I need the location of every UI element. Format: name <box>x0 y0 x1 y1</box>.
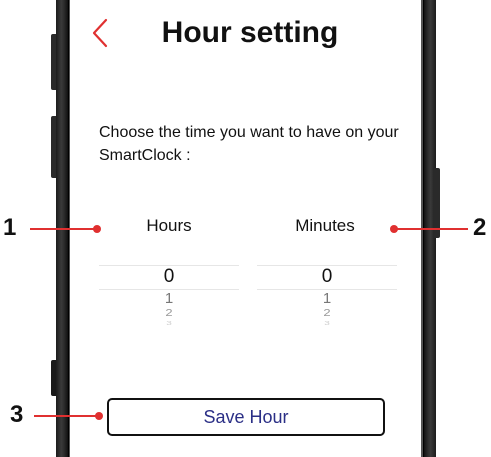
callout-line-minutes <box>394 228 468 230</box>
page-title: Hour setting <box>161 16 339 49</box>
app-screen: Hour setting Choose the time you want to… <box>70 0 421 457</box>
callout-dot-save <box>95 412 103 420</box>
save-hour-button[interactable]: Save Hour <box>107 398 385 436</box>
minutes-option[interactable]: 3 <box>257 321 397 327</box>
hours-option[interactable]: 3 <box>99 321 239 327</box>
callout-dot-hours <box>93 225 101 233</box>
minutes-option[interactable]: 1 <box>257 291 397 307</box>
hours-picker[interactable]: 0 1 2 3 <box>99 262 239 342</box>
hours-label: Hours <box>146 216 192 235</box>
instructions-text: Choose the time you want to have on your… <box>99 124 399 164</box>
minutes-picker[interactable]: 0 1 2 3 <box>257 262 397 342</box>
callout-dot-minutes <box>390 225 398 233</box>
callout-number-save: 3 <box>10 401 24 428</box>
back-button[interactable] <box>88 14 118 52</box>
callout-number-minutes: 2 <box>473 214 487 241</box>
minutes-option-selected[interactable]: 0 <box>257 266 397 288</box>
callout-line-hours <box>30 228 96 230</box>
minutes-label: Minutes <box>295 216 355 235</box>
figure-stage: Hour setting Choose the time you want to… <box>0 0 491 457</box>
minutes-option[interactable]: 2 <box>257 307 397 318</box>
callout-number-hours: 1 <box>3 214 17 241</box>
hours-option[interactable]: 1 <box>99 291 239 307</box>
hours-option-selected[interactable]: 0 <box>99 266 239 288</box>
hours-option[interactable]: 2 <box>99 307 239 318</box>
callout-line-save <box>34 415 98 417</box>
chevron-left-icon <box>92 18 108 48</box>
